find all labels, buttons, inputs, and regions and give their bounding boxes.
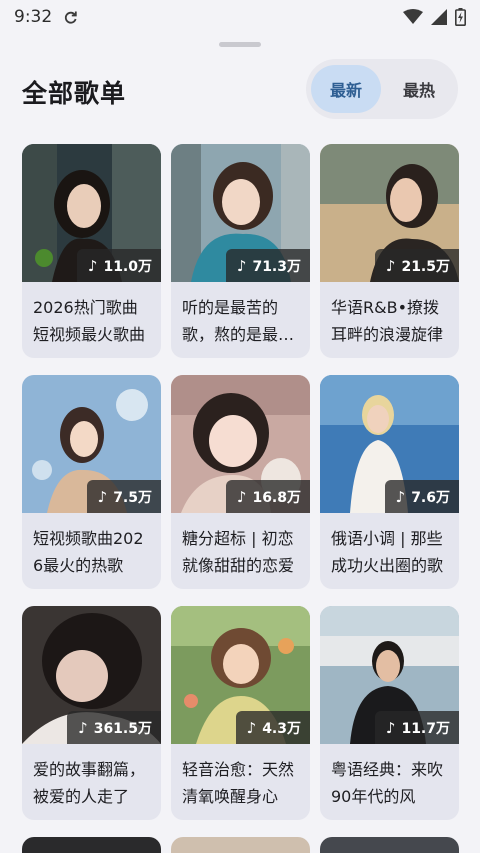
sort-toggle: 最新 最热 bbox=[306, 59, 458, 119]
playlist-card[interactable]: ♪ 7.5万 短视频歌曲2026最火的热歌 bbox=[22, 375, 161, 589]
play-count: 7.6万 bbox=[411, 489, 450, 506]
play-count: 11.7万 bbox=[401, 720, 450, 737]
playlist-card[interactable]: ♪ 7.6万 俄语小调 | 那些成功火出圈的歌 bbox=[320, 375, 459, 589]
status-right bbox=[403, 8, 466, 26]
music-note-icon: ♪ bbox=[87, 256, 98, 275]
play-count: 71.3万 bbox=[252, 258, 301, 275]
playlist-card[interactable]: ♪ 11.7万 粤语经典：来吹90年代的风 bbox=[320, 606, 459, 820]
play-count-badge: ♪ 71.3万 bbox=[225, 249, 310, 282]
play-count-badge: ♪ 7.6万 bbox=[384, 480, 459, 513]
playlist-cover: ♪ 7.5万 bbox=[22, 375, 161, 513]
music-note-icon: ♪ bbox=[246, 718, 257, 737]
playlist-cover: ♪ 16.8万 bbox=[171, 375, 310, 513]
play-count: 4.3万 bbox=[262, 720, 301, 737]
music-note-icon: ♪ bbox=[236, 487, 247, 506]
playlist-title: 爱的故事翻篇，被爱的人走了 bbox=[33, 760, 146, 806]
signal-icon bbox=[431, 9, 447, 25]
music-note-icon: ♪ bbox=[385, 718, 396, 737]
play-count: 11.0万 bbox=[103, 258, 152, 275]
playlist-card[interactable]: ♪ 16.8万 糖分超标 | 初恋就像甜甜的恋爱 bbox=[171, 375, 310, 589]
music-note-icon: ♪ bbox=[395, 487, 406, 506]
battery-icon bbox=[455, 8, 466, 26]
playlist-cover: ♪ 4.3万 bbox=[171, 606, 310, 744]
playlist-card[interactable]: ♪ 71.3万 听的是最苦的歌，熬的是最难的夜 bbox=[171, 144, 310, 358]
screen: 9:32 全部歌单 最新 最热 ♪ 11.0万 2026热门歌曲 短视频最火歌曲… bbox=[0, 0, 480, 853]
music-note-icon: ♪ bbox=[385, 256, 396, 275]
play-count-badge: ♪ 361.5万 bbox=[67, 711, 161, 744]
play-count-badge: ♪ 21.5万 bbox=[374, 249, 459, 282]
playlist-title: 俄语小调 | 那些成功火出圈的歌 bbox=[331, 529, 444, 575]
playlist-card-partial[interactable] bbox=[320, 837, 459, 853]
playlist-title: 糖分超标 | 初恋就像甜甜的恋爱 bbox=[182, 529, 295, 575]
playlist-card-partial[interactable] bbox=[171, 837, 310, 853]
sync-icon bbox=[65, 11, 77, 24]
status-time: 9:32 bbox=[14, 7, 53, 27]
tab-newest[interactable]: 最新 bbox=[311, 65, 381, 113]
playlist-card[interactable]: ♪ 11.0万 2026热门歌曲 短视频最火歌曲 bbox=[22, 144, 161, 358]
tab-hottest[interactable]: 最热 bbox=[386, 65, 452, 113]
playlist-cover: ♪ 21.5万 bbox=[320, 144, 459, 282]
play-count-badge: ♪ 11.0万 bbox=[76, 249, 161, 282]
play-count-badge: ♪ 11.7万 bbox=[374, 711, 459, 744]
playlist-sheet: 全部歌单 最新 最热 ♪ 11.0万 2026热门歌曲 短视频最火歌曲 ♪ 71… bbox=[0, 34, 480, 853]
play-count: 7.5万 bbox=[113, 489, 152, 506]
playlist-cover: ♪ 7.6万 bbox=[320, 375, 459, 513]
playlist-cover: ♪ 71.3万 bbox=[171, 144, 310, 282]
drag-handle[interactable] bbox=[219, 42, 261, 47]
play-count: 361.5万 bbox=[93, 720, 152, 737]
playlist-card[interactable]: ♪ 4.3万 轻音治愈：天然清氧唤醒身心 bbox=[171, 606, 310, 820]
playlist-title: 华语R&B•撩拨耳畔的浪漫旋律 bbox=[331, 298, 444, 344]
playlist-title: 粤语经典：来吹90年代的风 bbox=[331, 760, 444, 806]
playlist-cover: ♪ 11.7万 bbox=[320, 606, 459, 744]
playlist-card[interactable]: ♪ 21.5万 华语R&B•撩拨耳畔的浪漫旋律 bbox=[320, 144, 459, 358]
playlist-card[interactable]: ♪ 361.5万 爱的故事翻篇，被爱的人走了 bbox=[22, 606, 161, 820]
music-note-icon: ♪ bbox=[236, 256, 247, 275]
play-count: 16.8万 bbox=[252, 489, 301, 506]
music-note-icon: ♪ bbox=[78, 718, 88, 737]
wifi-icon bbox=[403, 9, 423, 24]
status-left: 9:32 bbox=[14, 7, 78, 27]
playlist-title: 听的是最苦的歌，熬的是最难的夜 bbox=[182, 298, 295, 344]
play-count-badge: ♪ 7.5万 bbox=[86, 480, 161, 513]
playlist-title: 短视频歌曲2026最火的热歌 bbox=[33, 529, 144, 575]
playlist-card-partial[interactable] bbox=[22, 837, 161, 853]
play-count-badge: ♪ 4.3万 bbox=[235, 711, 310, 744]
play-count: 21.5万 bbox=[401, 258, 450, 275]
music-note-icon: ♪ bbox=[97, 487, 108, 506]
playlist-title: 2026热门歌曲 短视频最火歌曲 bbox=[33, 298, 146, 344]
play-count-badge: ♪ 16.8万 bbox=[225, 480, 310, 513]
status-bar: 9:32 bbox=[0, 0, 480, 34]
playlist-cover: ♪ 11.0万 bbox=[22, 144, 161, 282]
playlist-title: 轻音治愈：天然清氧唤醒身心 bbox=[182, 760, 295, 806]
page-title: 全部歌单 bbox=[22, 79, 127, 108]
playlist-cover: ♪ 361.5万 bbox=[22, 606, 161, 744]
